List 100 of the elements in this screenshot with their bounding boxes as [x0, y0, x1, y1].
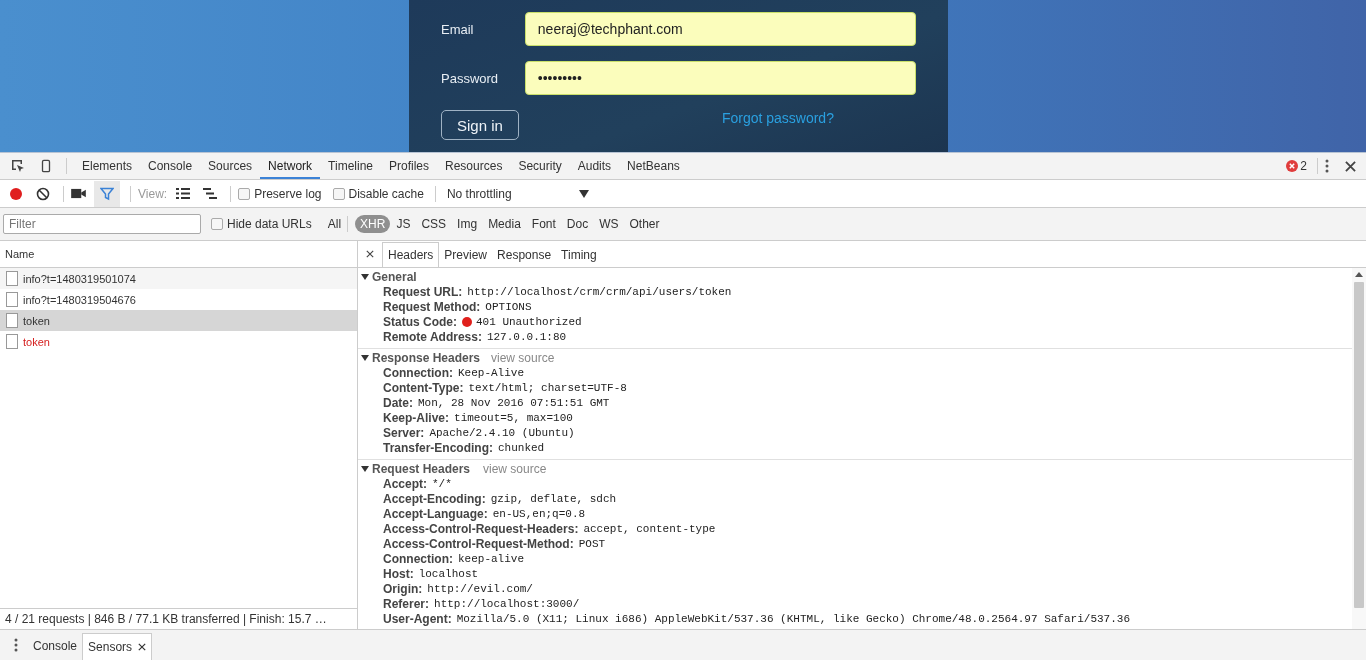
header-value: accept, content-type: [583, 522, 716, 535]
list-view-icon[interactable]: [176, 188, 191, 199]
header-value: 127.0.0.1:80: [486, 330, 567, 343]
panel-tab[interactable]: Audits: [569, 153, 620, 179]
triangle-icon: [361, 464, 369, 473]
more-icon[interactable]: [1325, 159, 1329, 173]
disable-cache-checkbox[interactable]: Disable cache: [332, 186, 424, 201]
type-filter[interactable]: Other: [624, 215, 665, 233]
header-name: Request Method:: [383, 299, 481, 314]
header-name: Keep-Alive:: [383, 410, 450, 425]
header-name: Access-Control-Request-Headers:: [383, 521, 579, 536]
record-icon[interactable]: [9, 186, 23, 201]
detail-tab[interactable]: Timing: [556, 243, 602, 267]
sign-in-button[interactable]: Sign in: [441, 110, 519, 140]
type-filter[interactable]: WS: [594, 215, 624, 233]
view-source-link[interactable]: view source: [483, 461, 547, 476]
password-field[interactable]: •••••••••: [524, 61, 916, 95]
inspect-icon[interactable]: [10, 158, 26, 174]
panel-tab[interactable]: Timeline: [320, 153, 381, 179]
header-name: Date:: [383, 395, 413, 410]
header-name: Transfer-Encoding:: [383, 440, 493, 455]
email-label: Email: [441, 21, 475, 37]
header-name: Referer:: [383, 596, 430, 611]
header-name: Connection:: [383, 551, 453, 566]
panel-tab[interactable]: Console: [140, 153, 201, 179]
camera-icon[interactable]: [71, 188, 86, 199]
detail-tab[interactable]: Headers: [382, 242, 440, 267]
header-name: User-Agent:: [383, 611, 452, 626]
panel-tab[interactable]: Network: [260, 153, 321, 179]
header-name: Access-Control-Request-Method:: [383, 536, 574, 551]
error-icon: [1286, 160, 1299, 172]
more-icon[interactable]: [14, 638, 18, 652]
device-icon[interactable]: [39, 158, 53, 174]
header-name: Remote Address:: [383, 329, 482, 344]
panel-tab[interactable]: NetBeans: [619, 153, 688, 179]
triangle-icon: [361, 353, 369, 362]
header-value: 401 Unauthorized: [476, 315, 582, 328]
filter-icon: [100, 186, 114, 201]
type-filter[interactable]: Media: [483, 215, 526, 233]
type-filter[interactable]: Font: [526, 215, 561, 233]
close-icon[interactable]: [1345, 160, 1356, 172]
section-header[interactable]: Response Headers: [358, 350, 491, 365]
triangle-icon: [361, 272, 369, 281]
panel-tab[interactable]: Elements: [74, 153, 141, 179]
header-value: Keep-Alive: [458, 366, 524, 379]
header-name: Accept-Language:: [383, 506, 488, 521]
header-value: POST: [578, 537, 606, 550]
header-name: Status Code:: [383, 314, 457, 329]
header-value: Mon, 28 Nov 2016 07:51:51 GMT: [418, 396, 610, 409]
detail-tab[interactable]: Preview: [439, 243, 493, 267]
request-row[interactable]: token: [0, 331, 357, 352]
hide-data-urls-checkbox[interactable]: Hide data URLs: [211, 217, 312, 231]
header-value: text/html; charset=UTF-8: [468, 381, 627, 394]
throttling-dropdown[interactable]: No throttling: [446, 186, 589, 201]
panel-tab[interactable]: Sources: [200, 153, 261, 179]
header-value: http://localhost:3000/: [434, 597, 580, 610]
header-name: Accept-Encoding:: [383, 491, 486, 506]
detail-tab[interactable]: Response: [492, 243, 557, 267]
header-value: gzip, deflate, sdch: [490, 492, 617, 505]
type-filter[interactable]: Img: [452, 215, 483, 233]
type-filter[interactable]: All: [322, 215, 347, 233]
panel-tab[interactable]: Security: [510, 153, 570, 179]
header-value: en-US,en;q=0.8: [492, 507, 586, 520]
type-filter[interactable]: JS: [391, 215, 416, 233]
dropdown-caret-icon: [578, 189, 589, 198]
email-field[interactable]: neeraj@techphant.com: [524, 12, 916, 46]
section-header[interactable]: Request Headers: [358, 461, 483, 476]
type-filter[interactable]: CSS: [416, 215, 452, 233]
header-name: Server:: [383, 425, 425, 440]
waterfall-icon[interactable]: [203, 188, 218, 199]
panel-tab[interactable]: Profiles: [381, 153, 438, 179]
filter-button[interactable]: [94, 180, 120, 207]
drawer-tab[interactable]: Console: [28, 633, 83, 660]
preserve-log-checkbox[interactable]: Preserve log: [238, 186, 322, 201]
panel-tab[interactable]: Resources: [437, 153, 511, 179]
request-row[interactable]: info?t=1480319504676: [0, 289, 357, 310]
scrollbar[interactable]: [1352, 268, 1366, 629]
header-value: Apache/2.4.10 (Ubuntu): [429, 426, 575, 439]
section-header[interactable]: General: [358, 269, 491, 284]
clear-icon[interactable]: [36, 186, 50, 201]
header-value: OPTIONS: [485, 300, 532, 313]
header-value: timeout=5, max=100: [454, 411, 573, 424]
header-value: http://localhost/crm/crm/api/users/token: [467, 285, 732, 298]
header-value: keep-alive: [458, 552, 524, 565]
header-name: Connection:: [383, 365, 453, 380]
header-value: */*: [432, 477, 452, 490]
filter-field[interactable]: Filter: [3, 214, 201, 234]
error-count[interactable]: 2: [1300, 159, 1307, 173]
password-label: Password: [441, 70, 500, 86]
file-icon: [6, 334, 18, 349]
header-name: Origin:: [383, 581, 423, 596]
view-source-link[interactable]: view source: [491, 350, 555, 365]
request-row[interactable]: info?t=1480319501074: [0, 268, 357, 289]
header-name: Request URL:: [383, 284, 463, 299]
close-icon[interactable]: [366, 250, 374, 258]
type-filter[interactable]: Doc: [561, 215, 594, 233]
drawer-tab[interactable]: Sensors: [82, 633, 153, 660]
request-row[interactable]: token: [0, 310, 357, 331]
close-icon[interactable]: [138, 643, 147, 651]
forgot-password-link[interactable]: Forgot password?: [721, 110, 834, 126]
